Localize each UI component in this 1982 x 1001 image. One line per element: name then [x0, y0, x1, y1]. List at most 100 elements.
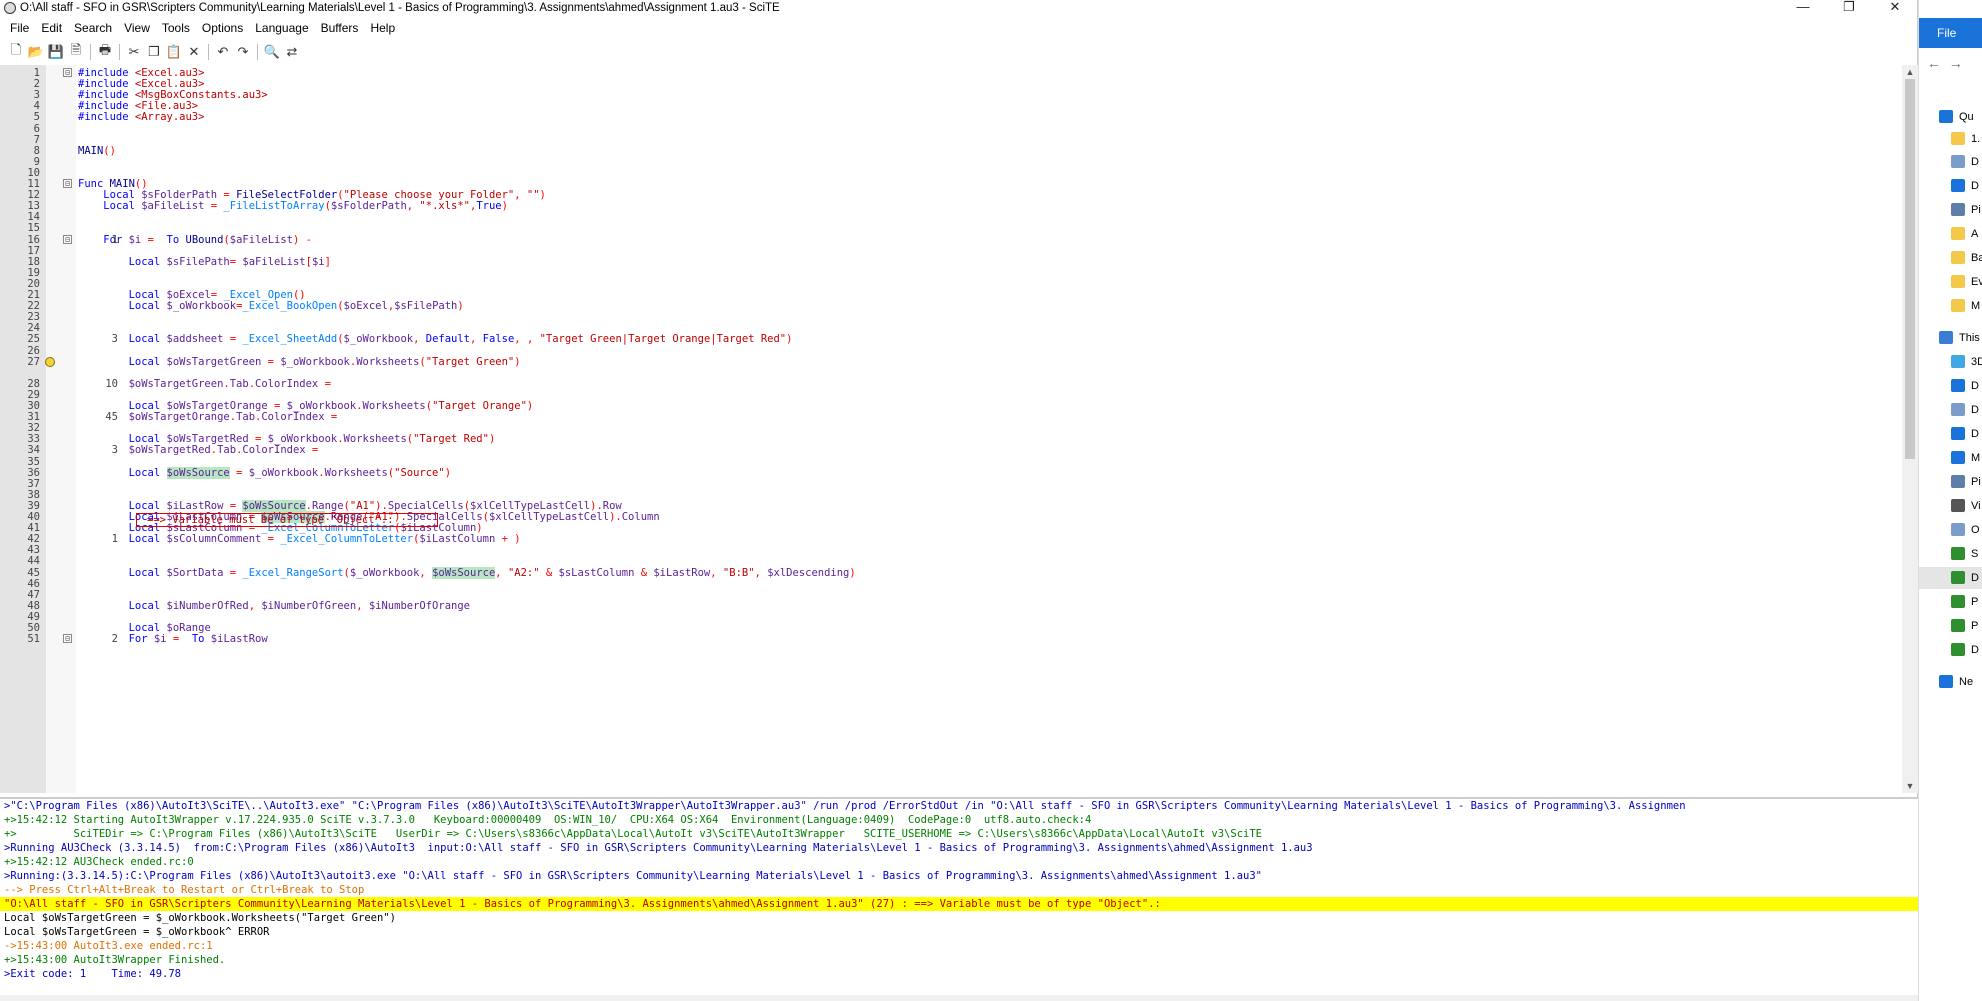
explorer-item-label: S [1971, 548, 1979, 560]
explorer-item[interactable]: D [1919, 567, 1982, 589]
copy-icon[interactable]: ❐ [144, 42, 164, 62]
explorer-item-label: 3D [1971, 356, 1982, 368]
explorer-item[interactable]: M [1919, 447, 1982, 469]
menu-search[interactable]: Search [68, 18, 118, 38]
explorer-item[interactable]: D [1919, 151, 1982, 173]
window-controls: — ❐ ✕ [1780, 0, 1918, 16]
explorer-item[interactable]: Pi [1919, 199, 1982, 221]
explorer-item-label: Ba [1971, 252, 1982, 264]
redo-icon[interactable]: ↷ [233, 42, 253, 62]
output-line: Local $oWsTargetGreen = $_oWorkbook^ ERR… [4, 926, 270, 938]
menu-edit[interactable]: Edit [35, 18, 68, 38]
code-text: For $i = 2 To $iLastRow [78, 632, 268, 646]
explorer-item[interactable]: M [1919, 295, 1982, 317]
code-editor[interactable]: 1 ⊟ #include <Excel.au3> 2 #include <Excel.a… [0, 65, 1902, 793]
toolbar-separator [208, 44, 209, 60]
fold-toggle-icon[interactable]: ⊟ [63, 179, 72, 188]
explorer-item[interactable]: Ba [1919, 247, 1982, 269]
cut-icon[interactable]: ✂ [124, 42, 144, 62]
fold-toggle-icon[interactable]: ⊟ [63, 634, 72, 644]
explorer-item[interactable]: D [1919, 375, 1982, 397]
explorer-item-label: P [1971, 596, 1979, 608]
document-icon [1951, 403, 1965, 416]
explorer-item-label: M [1971, 300, 1981, 312]
explorer-item[interactable]: D [1919, 639, 1982, 661]
code-token: To [185, 633, 211, 646]
back-arrow-icon[interactable]: ← → [1927, 55, 1963, 71]
output-line: +>15:43:00 AutoIt3Wrapper Finished. [4, 954, 226, 966]
scrollbar-thumb[interactable] [1905, 79, 1915, 459]
network-drive-icon [1951, 643, 1965, 656]
error-annotation: ==> Variable must be of type "Object".: [136, 513, 438, 527]
explorer-item[interactable]: 3D [1919, 351, 1982, 373]
explorer-item[interactable]: This [1919, 327, 1982, 349]
toolbar-separator [90, 44, 91, 60]
explorer-item-label: M [1971, 452, 1981, 464]
explorer-item-label: D [1971, 572, 1979, 584]
find-icon[interactable]: 🔍 [262, 42, 282, 62]
explorer-item[interactable]: D [1919, 423, 1982, 445]
code-token: = [166, 633, 186, 646]
explorer-item[interactable]: D [1919, 175, 1982, 197]
output-line: >Running AU3Check (3.3.14.5) from:C:\Pro… [4, 842, 1313, 854]
open-file-icon[interactable]: 📂 [26, 42, 46, 62]
scroll-up-icon[interactable]: ▲ [1902, 65, 1918, 79]
explorer-item[interactable]: A [1919, 223, 1982, 245]
explorer-item-label: D [1971, 428, 1979, 440]
output-line: >"C:\Program Files (x86)\AutoIt3\SciTE\.… [4, 800, 1686, 812]
explorer-item[interactable]: O [1919, 519, 1982, 541]
close-window-button[interactable]: ✕ [1872, 0, 1918, 16]
folder-icon [1951, 132, 1965, 145]
scite-app-icon [4, 2, 16, 14]
print-icon[interactable]: 🖶 [95, 42, 115, 62]
explorer-item[interactable]: Ne [1919, 671, 1982, 693]
save-icon[interactable]: 💾 [46, 42, 66, 62]
explorer-item[interactable]: D [1919, 399, 1982, 421]
output-line: "O:\All staff - SFO in GSR\Scripters Com… [0, 897, 1918, 911]
explorer-item[interactable]: 1. [1919, 128, 1982, 150]
output-line: +>15:42:12 Starting AutoIt3Wrapper v.17.… [4, 814, 1092, 826]
replace-icon[interactable]: ⇄ [282, 42, 302, 62]
menu-view[interactable]: View [118, 18, 156, 38]
explorer-item-label: P [1971, 620, 1979, 632]
explorer-item[interactable]: P [1919, 615, 1982, 637]
cube-icon [1951, 355, 1965, 368]
explorer-item[interactable]: Pi [1919, 471, 1982, 493]
network-drive-icon [1951, 595, 1965, 608]
menu-buffers[interactable]: Buffers [315, 18, 365, 38]
menu-bar: File Edit Search View Tools Options Language Bu… [0, 18, 401, 38]
explorer-item[interactable]: S [1919, 543, 1982, 565]
explorer-item-label: D [1971, 404, 1979, 416]
code-line[interactable]: 51 ⊟ For $i = 2 To $iLastRow [0, 632, 1902, 646]
close-file-icon[interactable]: 🗎 [66, 42, 86, 62]
menu-file[interactable]: File [4, 18, 35, 38]
editor-vertical-scrollbar[interactable]: ▲ ▼ [1902, 65, 1918, 793]
restore-button[interactable]: ❐ [1826, 0, 1872, 16]
code-token: For [128, 633, 154, 646]
menu-help[interactable]: Help [364, 18, 401, 38]
explorer-item-label: D [1971, 156, 1979, 168]
explorer-item[interactable]: Ev [1919, 271, 1982, 293]
delete-icon[interactable]: ✕ [184, 42, 204, 62]
menu-language[interactable]: Language [249, 18, 314, 38]
music-icon [1951, 451, 1965, 464]
menu-tools[interactable]: Tools [156, 18, 196, 38]
explorer-item[interactable]: Qu [1919, 106, 1982, 128]
output-pane[interactable]: >"C:\Program Files (x86)\AutoIt3\SciTE\.… [0, 797, 1918, 1001]
output-horizontal-scrollbar[interactable] [0, 995, 1918, 1001]
menu-options[interactable]: Options [196, 18, 249, 38]
picture-icon [1951, 475, 1965, 488]
paste-icon[interactable]: 📋 [164, 42, 184, 62]
fold-toggle-icon[interactable]: ⊟ [63, 68, 72, 77]
explorer-item[interactable]: Vi [1919, 495, 1982, 517]
new-file-icon[interactable]: 🗋 [6, 42, 26, 62]
scroll-down-icon[interactable]: ▼ [1902, 779, 1918, 793]
explorer-item-label: D [1971, 644, 1979, 656]
minimize-button[interactable]: — [1780, 0, 1826, 16]
fold-toggle-icon[interactable]: ⊟ [63, 234, 72, 244]
network-icon [1939, 675, 1953, 688]
explorer-item[interactable]: P [1919, 591, 1982, 613]
explorer-file-tab[interactable]: File [1919, 18, 1982, 48]
output-line: +> SciTEDir => C:\Program Files (x86)\Au… [4, 828, 1262, 840]
undo-icon[interactable]: ↶ [213, 42, 233, 62]
